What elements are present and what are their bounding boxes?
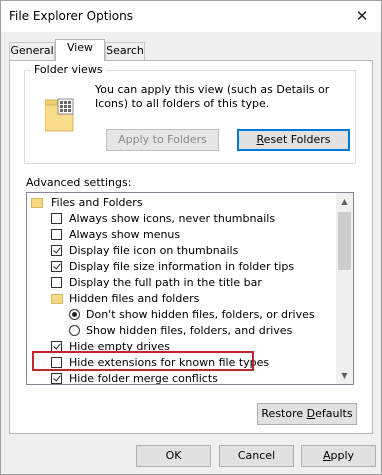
item-label: Hide folder merge conflicts — [69, 372, 218, 385]
item-label: Display file size information in folder … — [69, 260, 295, 273]
restore-defaults-underline: D — [306, 407, 316, 420]
tab-view[interactable]: View — [55, 39, 105, 61]
item-label: Always show icons, never thumbnails — [69, 212, 276, 225]
item-label: Display the full path in the title bar — [69, 276, 262, 289]
folder-views-group: Folder views You can apply this view (su… — [24, 63, 356, 164]
checkbox[interactable] — [51, 277, 62, 288]
window-title: File Explorer Options — [9, 9, 133, 23]
checkbox[interactable] — [51, 213, 62, 224]
reset-folders-button[interactable]: Reset Folders — [237, 129, 350, 151]
tab-search[interactable]: Search — [105, 42, 145, 60]
item-label: Display file icon on thumbnails — [69, 244, 239, 257]
item-label: Files and Folders — [51, 196, 143, 209]
tab-general[interactable]: General — [9, 42, 55, 60]
restore-defaults-label-rest: efaults — [315, 407, 353, 420]
advanced-settings-label: Advanced settings: — [26, 176, 132, 189]
item-label: Show hidden files, folders, and drives — [86, 324, 293, 337]
checkbox[interactable] — [51, 229, 62, 240]
scroll-thumb[interactable] — [338, 212, 351, 270]
vertical-scrollbar[interactable]: ▲ ▼ — [336, 193, 353, 384]
apply-to-folders-button[interactable]: Apply to Folders — [106, 129, 219, 151]
scroll-down-icon[interactable]: ▼ — [336, 367, 353, 384]
item-label: Always show menus — [69, 228, 181, 241]
apply-underline: A — [322, 449, 331, 462]
restore-defaults-label: Restore — [261, 407, 307, 420]
apply-label: pply — [330, 449, 355, 462]
folder-icon — [51, 294, 63, 304]
view-tab-panel: Folder views You can apply this view (su… — [9, 60, 373, 434]
folder-views-description: You can apply this view (such as Details… — [95, 83, 330, 110]
ok-button[interactable]: OK — [136, 445, 211, 467]
cancel-button[interactable]: Cancel — [219, 445, 294, 467]
item-label: Hidden files and folders — [69, 292, 200, 305]
folder-icon — [31, 198, 43, 208]
highlight-annotation — [32, 351, 254, 371]
close-icon[interactable]: ✕ — [351, 5, 373, 27]
checkbox[interactable] — [51, 373, 62, 384]
checkbox[interactable] — [51, 245, 62, 256]
radio-button[interactable] — [69, 309, 80, 320]
folder-view-icon — [45, 98, 74, 132]
reset-folders-underline: R — [256, 133, 264, 146]
folder-views-legend: Folder views — [31, 63, 106, 76]
reset-folders-label: eset Folders — [263, 133, 331, 146]
title-bar[interactable]: File Explorer Options ✕ — [1, 1, 381, 32]
checkbox[interactable] — [51, 261, 62, 272]
tab-strip: General View Search — [9, 39, 373, 61]
apply-button[interactable]: Apply — [301, 445, 376, 467]
item-label: Don't show hidden files, folders, or dri… — [86, 308, 315, 321]
file-explorer-options-dialog: File Explorer Options ✕ General View Sea… — [0, 0, 382, 475]
radio-button[interactable] — [69, 325, 80, 336]
restore-defaults-button[interactable]: Restore Defaults — [257, 403, 357, 425]
scroll-up-icon[interactable]: ▲ — [336, 193, 353, 210]
